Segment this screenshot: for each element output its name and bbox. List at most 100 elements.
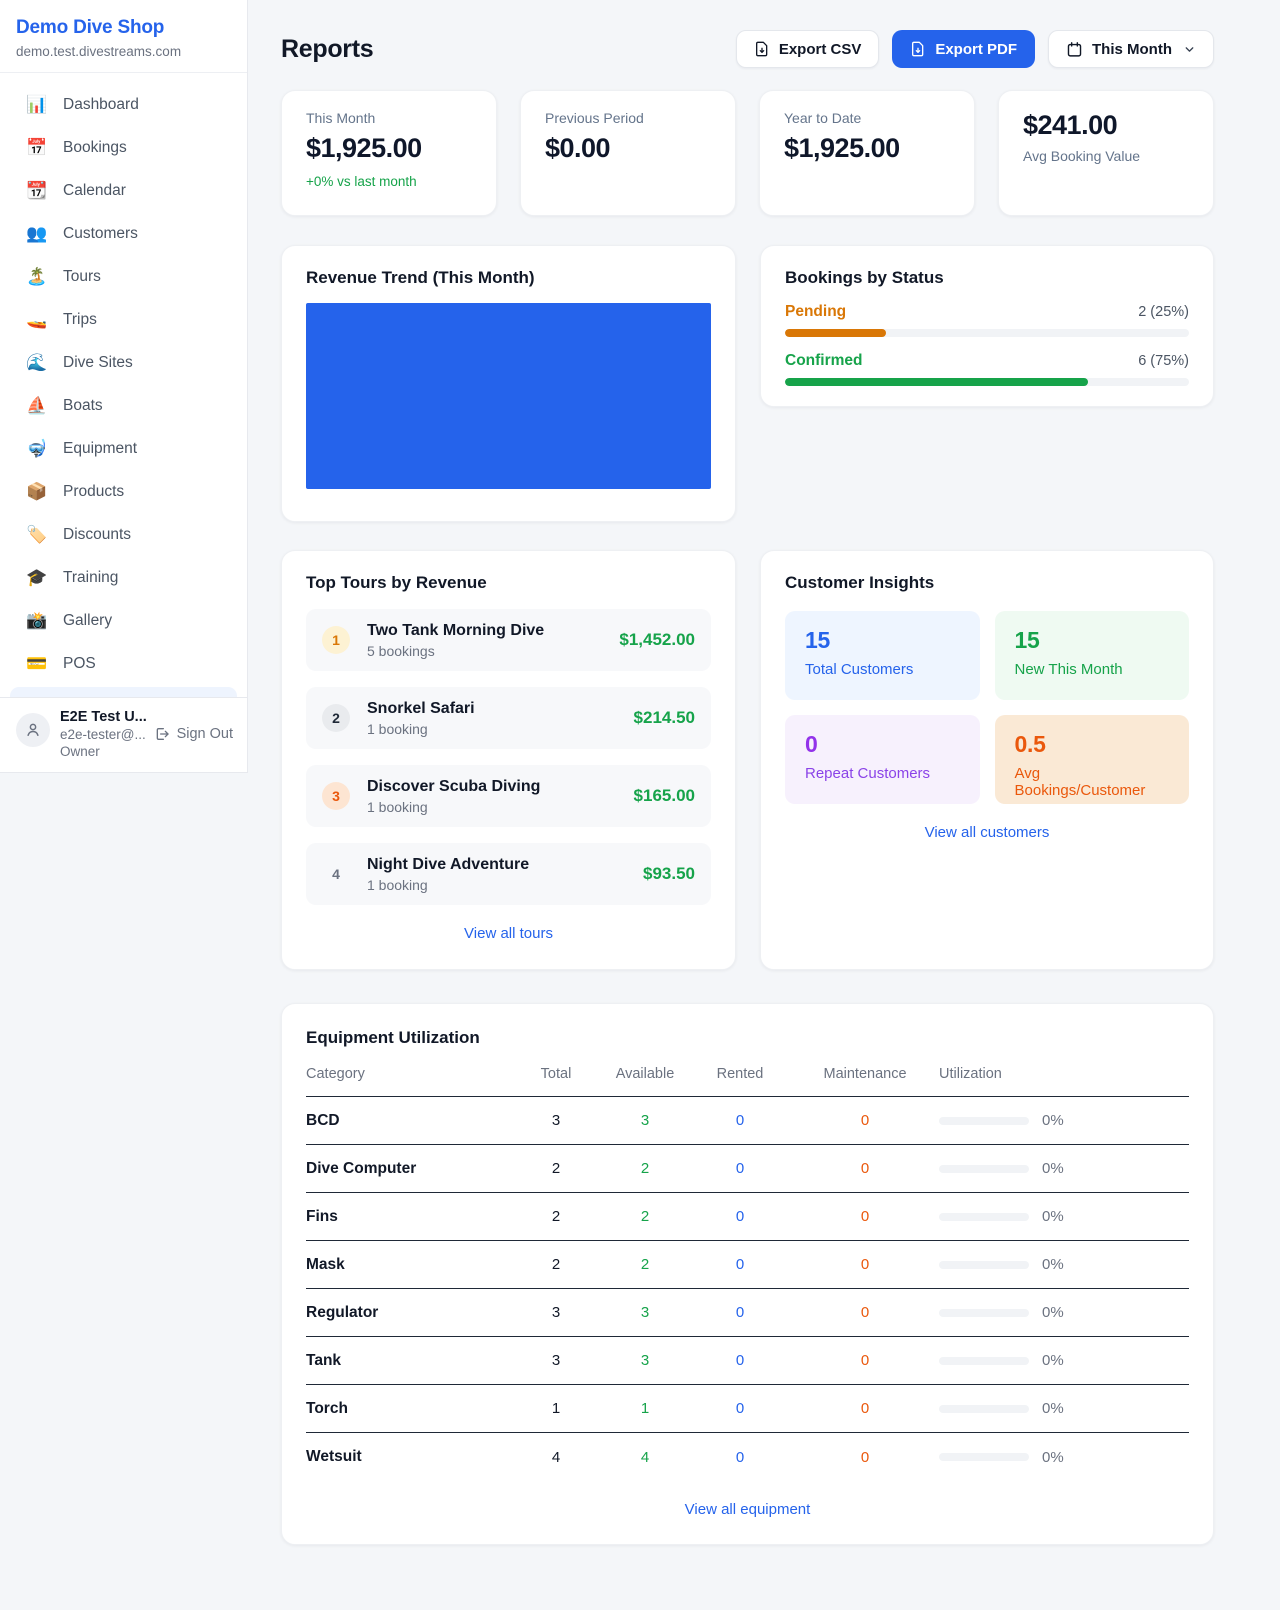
tour-name: Discover Scuba Diving bbox=[367, 778, 540, 796]
utilization-bar bbox=[939, 1309, 1029, 1317]
sidebar-item-tours[interactable]: 🏝️ Tours bbox=[0, 255, 247, 298]
sidebar-item-pos[interactable]: 💳 POS bbox=[0, 642, 247, 685]
utilization-bar bbox=[939, 1261, 1029, 1269]
tour-name: Night Dive Adventure bbox=[367, 856, 529, 874]
logout-icon bbox=[154, 726, 170, 742]
tour-bookings: 1 booking bbox=[367, 721, 475, 737]
page-title: Reports bbox=[281, 35, 373, 64]
tour-revenue: $93.50 bbox=[643, 864, 695, 884]
stat-delta: +0% vs last month bbox=[306, 174, 472, 189]
table-row: Mask 2 2 0 0 0% bbox=[306, 1241, 1189, 1289]
revenue-trend-card: Revenue Trend (This Month) bbox=[281, 245, 736, 522]
stat-cards: This Month $1,925.00 +0% vs last month P… bbox=[281, 90, 1214, 216]
sidebar-item-dashboard[interactable]: 📊 Dashboard bbox=[0, 83, 247, 126]
period-dropdown[interactable]: This Month bbox=[1048, 30, 1214, 68]
view-all-tours-link[interactable]: View all tours bbox=[306, 925, 711, 942]
shop-name: Demo Dive Shop bbox=[16, 17, 227, 39]
insight-tile-total-customers: 15 Total Customers bbox=[785, 611, 980, 700]
tour-revenue: $1,452.00 bbox=[619, 630, 695, 650]
view-all-customers-link[interactable]: View all customers bbox=[785, 824, 1189, 841]
stat-value: $1,925.00 bbox=[784, 133, 950, 164]
tour-bookings: 1 booking bbox=[367, 799, 540, 815]
sidebar-item-dive-sites[interactable]: 🌊 Dive Sites bbox=[0, 341, 247, 384]
tag-icon: 🏷️ bbox=[26, 525, 48, 545]
avatar bbox=[16, 713, 50, 747]
sidebar-item-products[interactable]: 📦 Products bbox=[0, 470, 247, 513]
stat-card-this-month: This Month $1,925.00 +0% vs last month bbox=[281, 90, 497, 216]
tour-revenue: $214.50 bbox=[634, 708, 695, 728]
tour-bookings: 1 booking bbox=[367, 877, 529, 893]
top-tours-title: Top Tours by Revenue bbox=[306, 573, 711, 593]
stat-card-previous-period: Previous Period $0.00 bbox=[520, 90, 736, 216]
rank-badge: 2 bbox=[322, 704, 350, 732]
table-row: BCD 3 3 0 0 0% bbox=[306, 1097, 1189, 1145]
equipment-utilization-card: Equipment Utilization Category Total Ava… bbox=[281, 1003, 1214, 1545]
utilization-bar bbox=[939, 1453, 1029, 1461]
main-content: Reports Export CSV Export PDF bbox=[281, 0, 1214, 1545]
utilization-bar bbox=[939, 1165, 1029, 1173]
table-row: Fins 2 2 0 0 0% bbox=[306, 1193, 1189, 1241]
tour-bookings: 5 bookings bbox=[367, 643, 544, 659]
sidebar-item-equipment[interactable]: 🤿 Equipment bbox=[0, 427, 247, 470]
chevron-down-icon bbox=[1183, 43, 1196, 56]
progress-track bbox=[785, 378, 1189, 386]
sidebar-item-calendar[interactable]: 📆 Calendar bbox=[0, 169, 247, 212]
diving-mask-icon: 🤿 bbox=[26, 439, 48, 459]
wave-icon: 🌊 bbox=[26, 353, 48, 373]
utilization-bar bbox=[939, 1405, 1029, 1413]
tour-row: 3 Discover Scuba Diving 1 booking $165.0… bbox=[306, 765, 711, 827]
customer-insights-card: Customer Insights 15 Total Customers 15 … bbox=[760, 550, 1214, 970]
insight-tile-new-this-month: 15 New This Month bbox=[995, 611, 1190, 700]
status-value-confirmed: 6 (75%) bbox=[1138, 353, 1189, 369]
sidebar-item-training[interactable]: 🎓 Training bbox=[0, 556, 247, 599]
calendar-icon bbox=[1066, 41, 1083, 58]
page-header: Reports Export CSV Export PDF bbox=[281, 30, 1214, 68]
user-footer: E2E Test U... e2e-tester@... Owner Sign … bbox=[0, 697, 247, 772]
user-role: Owner bbox=[60, 744, 144, 759]
equipment-table: Category Total Available Rented Maintena… bbox=[306, 1066, 1189, 1481]
utilization-bar bbox=[939, 1213, 1029, 1221]
bookings-by-status-card: Bookings by Status Pending 2 (25%) Confi… bbox=[760, 245, 1214, 407]
progress-track bbox=[785, 329, 1189, 337]
table-row: Dive Computer 2 2 0 0 0% bbox=[306, 1145, 1189, 1193]
person-icon bbox=[24, 721, 42, 739]
view-all-equipment-link[interactable]: View all equipment bbox=[306, 1501, 1189, 1518]
export-pdf-button[interactable]: Export PDF bbox=[892, 30, 1035, 68]
sidebar-item-gallery[interactable]: 📸 Gallery bbox=[0, 599, 247, 642]
utilization-bar bbox=[939, 1357, 1029, 1365]
graduation-cap-icon: 🎓 bbox=[26, 568, 48, 588]
sidebar: Demo Dive Shop demo.test.divestreams.com… bbox=[0, 0, 248, 773]
people-icon: 👥 bbox=[26, 224, 48, 244]
sidebar-item-bookings[interactable]: 📅 Bookings bbox=[0, 126, 247, 169]
table-header: Category Total Available Rented Maintena… bbox=[306, 1066, 1189, 1097]
tour-row: 2 Snorkel Safari 1 booking $214.50 bbox=[306, 687, 711, 749]
export-csv-button[interactable]: Export CSV bbox=[736, 30, 880, 68]
rank-badge: 3 bbox=[322, 782, 350, 810]
camera-icon: 📸 bbox=[26, 611, 48, 631]
stat-value: $0.00 bbox=[545, 133, 711, 164]
sign-out-button[interactable]: Sign Out bbox=[154, 726, 233, 742]
file-download-icon bbox=[754, 41, 770, 57]
table-row: Wetsuit 4 4 0 0 0% bbox=[306, 1433, 1189, 1481]
stat-value: $1,925.00 bbox=[306, 133, 472, 164]
sidebar-item-boats[interactable]: ⛵ Boats bbox=[0, 384, 247, 427]
tour-row: 1 Two Tank Morning Dive 5 bookings $1,45… bbox=[306, 609, 711, 671]
stat-card-year-to-date: Year to Date $1,925.00 bbox=[759, 90, 975, 216]
tour-row: 4 Night Dive Adventure 1 booking $93.50 bbox=[306, 843, 711, 905]
brand-header: Demo Dive Shop demo.test.divestreams.com bbox=[0, 0, 247, 73]
revenue-trend-chart-bar bbox=[306, 303, 711, 489]
insight-tile-avg-bookings: 0.5 Avg Bookings/Customer bbox=[995, 715, 1190, 804]
sidebar-item-trips[interactable]: 🚤 Trips bbox=[0, 298, 247, 341]
revenue-trend-title: Revenue Trend (This Month) bbox=[306, 268, 711, 288]
tour-revenue: $165.00 bbox=[634, 786, 695, 806]
table-row: Tank 3 3 0 0 0% bbox=[306, 1337, 1189, 1385]
sidebar-item-customers[interactable]: 👥 Customers bbox=[0, 212, 247, 255]
user-email: e2e-tester@... bbox=[60, 727, 144, 742]
rank-badge: 1 bbox=[322, 626, 350, 654]
sidebar-item-discounts[interactable]: 🏷️ Discounts bbox=[0, 513, 247, 556]
sidebar-item-reports-active-partial[interactable] bbox=[10, 687, 237, 697]
credit-card-icon: 💳 bbox=[26, 654, 48, 674]
bookings-by-status-title: Bookings by Status bbox=[785, 268, 1189, 288]
calendar-icon: 📅 bbox=[26, 138, 48, 158]
tear-off-calendar-icon: 📆 bbox=[26, 181, 48, 201]
